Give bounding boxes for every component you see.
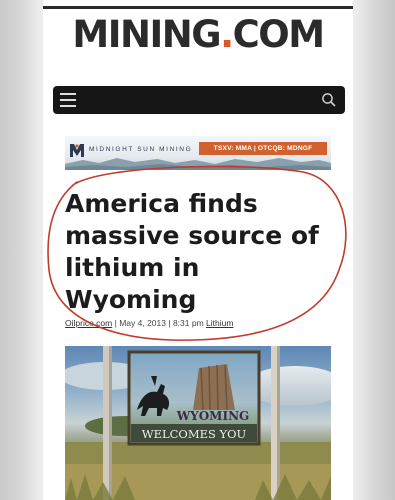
logo-text: MINING [72,13,221,56]
site-logo[interactable]: MINING.COM [47,14,349,56]
logo-dot: . [220,13,234,56]
publish-time: 8:31 pm [172,318,204,328]
article-byline: Oilprice.com | May 4, 2013 | 8:31 pm Lit… [65,318,335,328]
sign-line-2: WELCOMES YOU [142,427,247,441]
top-divider [43,6,353,9]
ad-ticker: TSXV: MMA | OTCQB: MDNGF [199,142,327,155]
author-link[interactable]: Oilprice.com [65,318,112,328]
sign-line-1: WYOMING [176,409,250,423]
search-icon[interactable] [321,92,337,108]
publish-date: May 4, 2013 [119,318,166,328]
category-link[interactable]: Lithium [206,318,233,328]
midnight-sun-logo-icon [70,144,84,157]
logo-suffix: COM [232,13,325,56]
hamburger-menu-icon[interactable] [60,93,76,107]
article-headline[interactable]: America finds massive source of lithium … [65,188,325,316]
navigation-bar [53,86,345,114]
byline-separator: | [114,318,117,328]
article-image[interactable]: WYOMING WELCOMES YOU [65,346,331,500]
ad-brand: MIDNIGHT SUN MINING [89,146,193,153]
ad-banner[interactable]: MIDNIGHT SUN MINING TSXV: MMA | OTCQB: M… [65,136,331,170]
byline-separator: | [168,318,171,328]
mountains-graphic [65,158,331,170]
phone-screen: MINING.COM MIDNIGHT SUN MINING TSXV: MMA… [43,0,353,500]
